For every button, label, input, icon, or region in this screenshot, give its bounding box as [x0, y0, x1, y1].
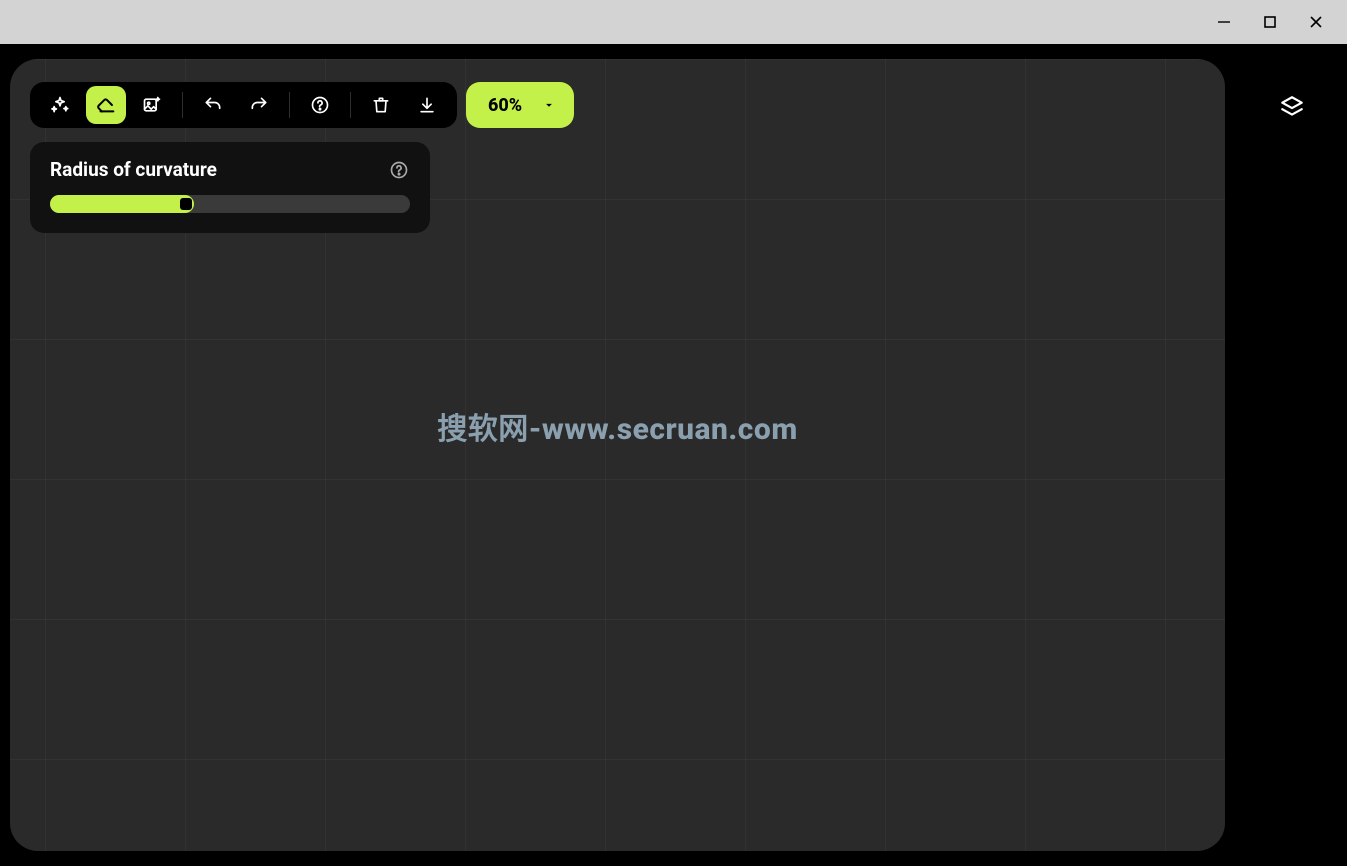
sparkle-icon [50, 95, 70, 115]
slider-fill [50, 195, 194, 213]
toolbar-separator [289, 92, 290, 118]
canvas-panel: 60% Radius of curvature 搜软网-www.secruan.… [10, 59, 1225, 851]
redo-button[interactable] [239, 86, 279, 124]
panel-header: Radius of curvature [50, 158, 410, 181]
caret-down-icon [542, 98, 556, 112]
minimize-icon [1217, 15, 1231, 29]
redo-icon [249, 95, 269, 115]
zoom-dropdown[interactable]: 60% [466, 82, 574, 128]
slider-thumb[interactable] [180, 198, 192, 210]
delete-button[interactable] [361, 86, 401, 124]
toolbar-separator [350, 92, 351, 118]
panel-title: Radius of curvature [50, 158, 217, 181]
window-minimize-button[interactable] [1201, 0, 1247, 44]
trash-icon [371, 95, 391, 115]
undo-icon [203, 95, 223, 115]
radius-slider[interactable] [50, 195, 410, 213]
radius-panel: Radius of curvature [30, 142, 430, 233]
ai-enhance-button[interactable] [40, 86, 80, 124]
help-button[interactable] [300, 86, 340, 124]
canvas-watermark: 搜软网-www.secruan.com [437, 404, 797, 448]
toolbar-wrap: 60% [30, 82, 574, 128]
image-sparkle-icon [142, 95, 162, 115]
eraser-button[interactable] [86, 86, 126, 124]
window-close-button[interactable] [1293, 0, 1339, 44]
layers-button[interactable] [1275, 90, 1309, 124]
download-icon [417, 95, 437, 115]
main-toolbar [30, 82, 457, 128]
download-button[interactable] [407, 86, 447, 124]
image-tool-button[interactable] [132, 86, 172, 124]
close-icon [1309, 15, 1323, 29]
layers-icon [1279, 94, 1305, 120]
eraser-icon [95, 94, 117, 116]
window-titlebar [0, 0, 1347, 44]
zoom-value: 60% [488, 95, 522, 116]
maximize-icon [1264, 16, 1276, 28]
help-circle-icon [310, 95, 330, 115]
help-circle-icon [389, 160, 409, 180]
window-maximize-button[interactable] [1247, 0, 1293, 44]
toolbar-separator [182, 92, 183, 118]
panel-help-button[interactable] [388, 159, 410, 181]
app-body: 60% Radius of curvature 搜软网-www.secruan.… [0, 44, 1347, 866]
undo-button[interactable] [193, 86, 233, 124]
